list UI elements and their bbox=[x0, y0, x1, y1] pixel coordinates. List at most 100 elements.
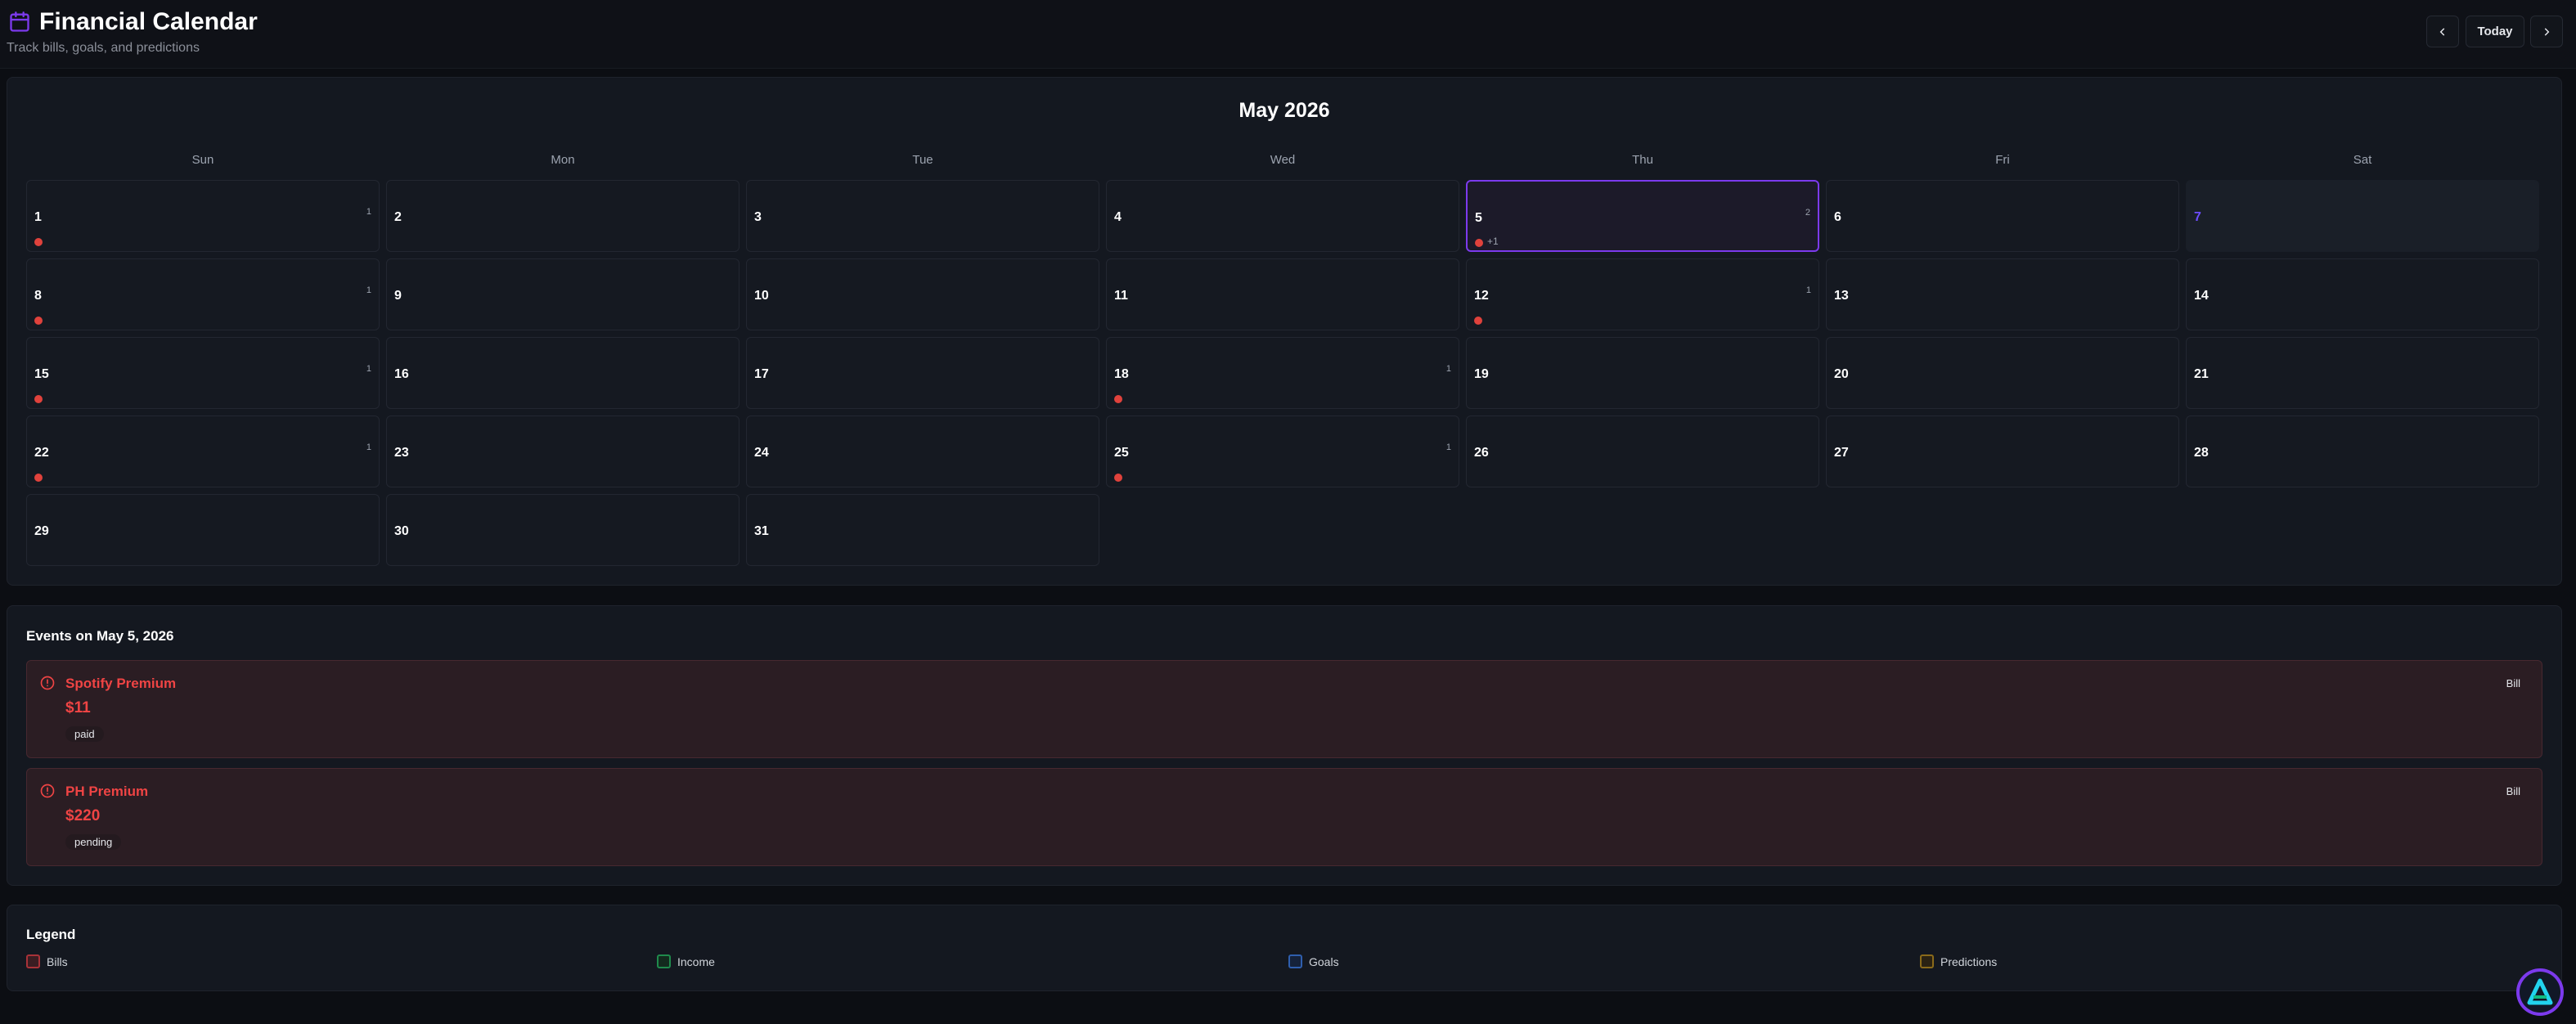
legend-title: Legend bbox=[26, 927, 76, 942]
calendar-day-3[interactable]: 3 bbox=[746, 180, 1099, 252]
calendar-day-29[interactable]: 29 bbox=[26, 494, 380, 566]
calendar-day-14[interactable]: 14 bbox=[2186, 258, 2539, 330]
day-number: 24 bbox=[754, 446, 769, 460]
event-count: 1 bbox=[366, 207, 371, 217]
calendar-day-5[interactable]: 5 2 +1 bbox=[1466, 180, 1819, 252]
day-number: 6 bbox=[1834, 210, 1841, 224]
calendar-day-11[interactable]: 11 bbox=[1106, 258, 1459, 330]
day-number: 28 bbox=[2194, 446, 2209, 460]
calendar-day-9[interactable]: 9 bbox=[386, 258, 740, 330]
event-card[interactable]: Spotify Premium $11 paid Bill bbox=[26, 660, 2542, 758]
legend-label: Goals bbox=[1309, 954, 1339, 968]
calendar-icon bbox=[10, 11, 29, 32]
events-title: Events on May 5, 2026 bbox=[26, 628, 174, 644]
calendar-day-31[interactable]: 31 bbox=[746, 494, 1099, 566]
event-count: 1 bbox=[366, 364, 371, 374]
calendar-day-27[interactable]: 27 bbox=[1826, 415, 2179, 487]
calendar-day-20[interactable]: 20 bbox=[1826, 337, 2179, 409]
day-number: 27 bbox=[1834, 446, 1849, 460]
bill-dot-icon bbox=[1475, 239, 1483, 247]
calendar-day-22[interactable]: 22 1 bbox=[26, 415, 380, 487]
weekday-label: Mon bbox=[551, 153, 575, 167]
calendar-day-24[interactable]: 24 bbox=[746, 415, 1099, 487]
day-number: 12 bbox=[1474, 289, 1489, 303]
event-count: 1 bbox=[1805, 285, 1811, 295]
calendar-day-1[interactable]: 11 bbox=[26, 180, 380, 252]
day-number: 19 bbox=[1474, 367, 1489, 381]
calendar-day-18[interactable]: 18 1 bbox=[1106, 337, 1459, 409]
calendar-day-21[interactable]: 21 bbox=[2186, 337, 2539, 409]
day-number: 11 bbox=[1114, 289, 1128, 303]
event-type-label: Bill bbox=[2506, 677, 2520, 689]
calendar-day-16[interactable]: 16 bbox=[386, 337, 740, 409]
calendar-day-28[interactable]: 28 bbox=[2186, 415, 2539, 487]
event-amount: $11 bbox=[65, 699, 91, 716]
events-panel: Events on May 5, 2026 Spotify Premium $1… bbox=[7, 605, 2562, 886]
calendar-day-6[interactable]: 6 bbox=[1826, 180, 2179, 252]
day-number: 2 bbox=[394, 210, 402, 224]
calendar-day-2[interactable]: 2 bbox=[386, 180, 740, 252]
day-number: 15 bbox=[34, 367, 49, 381]
day-number: 7 bbox=[2194, 210, 2201, 224]
day-number: 26 bbox=[1474, 446, 1489, 460]
legend-swatch bbox=[657, 954, 671, 968]
calendar-day-17[interactable]: 17 bbox=[746, 337, 1099, 409]
calendar-day-7[interactable]: 7 bbox=[2186, 180, 2539, 252]
legend-label: Income bbox=[677, 954, 715, 968]
day-number: 25 bbox=[1114, 446, 1129, 460]
calendar-day-26[interactable]: 26 bbox=[1466, 415, 1819, 487]
calendar-day-4[interactable]: 4 bbox=[1106, 180, 1459, 252]
alert-circle-icon bbox=[40, 676, 55, 690]
weekday-label: Thu bbox=[1632, 153, 1653, 167]
legend-label: Bills bbox=[47, 954, 68, 968]
day-number: 8 bbox=[34, 289, 42, 303]
bill-dot-icon bbox=[1114, 474, 1122, 482]
calendar-panel: May 2026 Sun Mon Tue Wed Thu Fri Sat 1 1 2 3 4 5 2 +1… bbox=[7, 77, 2562, 586]
legend-item-bills: Bills bbox=[26, 954, 68, 968]
day-number: 3 bbox=[754, 210, 762, 224]
legend-item-goals: Goals bbox=[1288, 954, 1339, 968]
legend-swatch bbox=[26, 954, 40, 968]
day-number: 23 bbox=[394, 446, 409, 460]
page-title: Financial Calendar bbox=[39, 8, 258, 35]
chevron-left-icon bbox=[2439, 27, 2445, 36]
calendar-day-13[interactable]: 13 bbox=[1826, 258, 2179, 330]
bill-dot-icon bbox=[34, 238, 43, 246]
day-number: 21 bbox=[2194, 367, 2209, 381]
event-type-label: Bill bbox=[2506, 785, 2520, 797]
calendar-day-10[interactable]: 10 bbox=[746, 258, 1099, 330]
calendar-day-15[interactable]: 15 1 bbox=[26, 337, 380, 409]
calendar-day-25[interactable]: 25 1 bbox=[1106, 415, 1459, 487]
bill-dot-icon bbox=[34, 317, 43, 325]
weekday-label: Sat bbox=[2353, 153, 2372, 167]
next-month-button[interactable] bbox=[2530, 16, 2563, 47]
calendar-day-12[interactable]: 12 1 bbox=[1466, 258, 1819, 330]
calendar-day-19[interactable]: 19 bbox=[1466, 337, 1819, 409]
calendar-day-23[interactable]: 23 bbox=[386, 415, 740, 487]
day-number: 31 bbox=[754, 524, 769, 538]
legend-swatch bbox=[1288, 954, 1302, 968]
alert-circle-icon bbox=[40, 784, 55, 798]
day-number: 14 bbox=[2194, 289, 2209, 303]
month-title: May 2026 bbox=[1239, 99, 1330, 122]
day-number: 13 bbox=[1834, 289, 1849, 303]
today-button[interactable]: Today bbox=[2466, 16, 2524, 47]
assistant-button[interactable] bbox=[2516, 968, 2564, 1016]
event-amount: $220 bbox=[65, 807, 101, 824]
assistant-logo-icon bbox=[2520, 972, 2560, 1013]
chevron-right-icon bbox=[2544, 27, 2550, 36]
prev-month-button[interactable] bbox=[2426, 16, 2459, 47]
event-card[interactable]: PH Premium $220 pending Bill bbox=[26, 768, 2542, 866]
day-number: 1 bbox=[34, 210, 42, 224]
event-status-badge: paid bbox=[65, 726, 104, 742]
event-count: 1 bbox=[366, 442, 371, 452]
event-name: PH Premium bbox=[65, 784, 149, 799]
more-events-label: +1 bbox=[1487, 236, 1499, 247]
calendar-day-30[interactable]: 30 bbox=[386, 494, 740, 566]
event-count: 1 bbox=[366, 285, 371, 295]
legend-item-predictions: Predictions bbox=[1920, 954, 1997, 968]
event-count: 2 bbox=[1805, 208, 1810, 218]
bill-dot-icon bbox=[34, 395, 43, 403]
day-number: 20 bbox=[1834, 367, 1849, 381]
calendar-day-8[interactable]: 81 bbox=[26, 258, 380, 330]
